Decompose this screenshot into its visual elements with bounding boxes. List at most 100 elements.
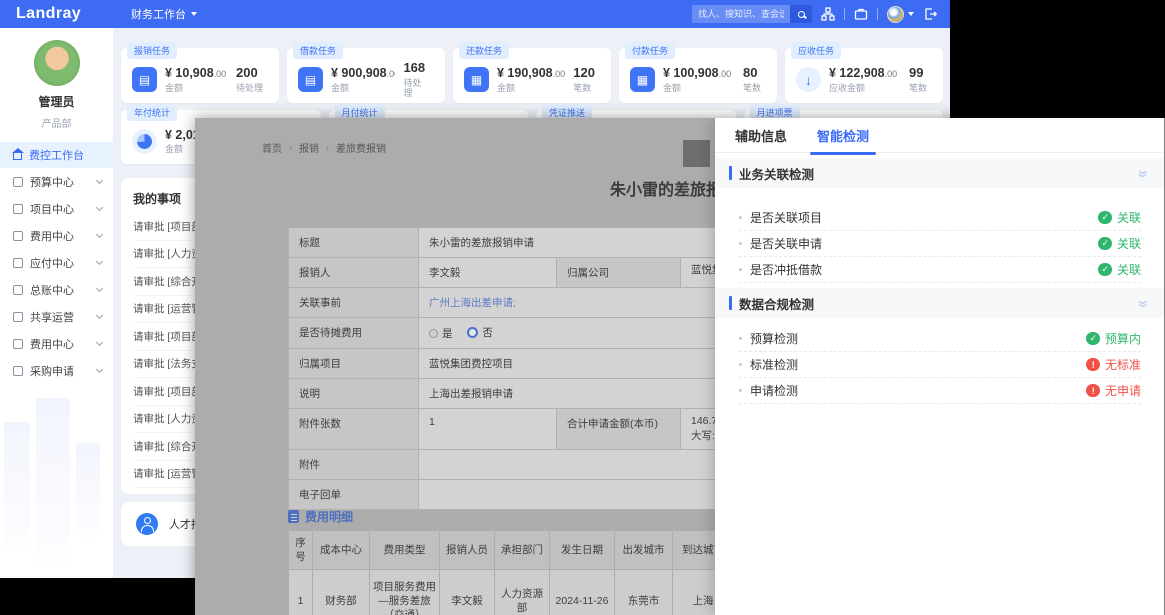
status-text: 关联 xyxy=(1117,261,1141,278)
table-cell: 2024-11-26 xyxy=(550,570,615,615)
detection-item: 预算检测 预算内 xyxy=(739,326,1141,352)
form-label: 关联事前 xyxy=(289,288,419,317)
status-text: 无申请 xyxy=(1105,382,1141,399)
detection-label: 是否冲抵借款 xyxy=(750,261,822,278)
status-text: 关联 xyxy=(1117,235,1141,252)
status-icon xyxy=(1098,263,1112,277)
detection-item: 是否冲抵借款 关联 xyxy=(739,257,1141,283)
column-header: 序号 xyxy=(289,531,313,569)
logout-icon[interactable] xyxy=(923,7,938,21)
card-amount-block: ¥ 10,908.00 金额 xyxy=(165,66,226,93)
sidebar-menu-item[interactable]: 预算中心 xyxy=(0,168,113,195)
detection-item: 是否关联申请 关联 xyxy=(739,231,1141,257)
stat-card[interactable]: 报销任务 ¥ 10,908.00 金额 200 待处理 xyxy=(121,48,279,103)
menu-item-icon xyxy=(13,339,23,349)
workspace-label: 财务工作台 xyxy=(131,6,186,22)
card-badge: 借款任务 xyxy=(293,42,343,59)
chevron-down-icon xyxy=(96,284,103,291)
card-icon xyxy=(132,129,157,154)
form-label: 附件张数 xyxy=(289,409,419,449)
card-amount-block: ¥ 900,908.00 金额 xyxy=(331,66,395,93)
smart-detection-drawer: 辅助信息 智能检测 业务关联检测 是否关联项目 关联 是否关联申请 关联 xyxy=(715,118,1165,615)
radio-option-no[interactable]: 否 xyxy=(467,325,493,340)
user-menu[interactable] xyxy=(887,6,914,23)
radio-icon xyxy=(429,329,438,338)
briefcase-icon[interactable] xyxy=(854,7,868,21)
status-text: 预算内 xyxy=(1105,330,1141,347)
form-value: 1 xyxy=(419,409,556,449)
person-icon xyxy=(136,513,158,535)
table-cell: 东莞市 xyxy=(615,570,673,615)
menu-item-icon xyxy=(13,231,23,241)
card-badge: 应收任务 xyxy=(791,42,841,59)
detection-label: 预算检测 xyxy=(750,330,798,347)
divider xyxy=(844,8,845,20)
form-label: 归属项目 xyxy=(289,349,419,378)
card-icon xyxy=(796,67,821,92)
status-text: 无标准 xyxy=(1105,356,1141,373)
detection-status: 无标准 xyxy=(1086,356,1141,373)
chevron-down-icon xyxy=(96,257,103,264)
detection-items: 预算检测 预算内 标准检测 无标准 申请检测 无申请 xyxy=(739,318,1141,404)
workspace-switcher[interactable]: 财务工作台 xyxy=(131,6,197,22)
section-business-relation[interactable]: 业务关联检测 xyxy=(715,158,1165,188)
detection-status: 关联 xyxy=(1098,209,1141,226)
menu-item-icon xyxy=(13,177,23,187)
landray-logo: Landray xyxy=(16,5,81,23)
form-label: 附件 xyxy=(289,450,419,479)
form-label: 说明 xyxy=(289,379,419,408)
sidebar-menu-item[interactable]: 费用中心 xyxy=(0,222,113,249)
radio-option-yes[interactable]: 是 xyxy=(429,326,453,341)
chevron-double-down-icon xyxy=(1134,170,1155,176)
tab-smart-detection[interactable]: 智能检测 xyxy=(817,126,869,145)
stat-card[interactable]: 借款任务 ¥ 900,908.00 金额 168 待处理 xyxy=(287,48,445,103)
column-header: 出发城市 xyxy=(615,531,673,569)
panel-toggle-button[interactable] xyxy=(683,140,710,167)
drawer-tabs: 辅助信息 智能检测 xyxy=(715,118,1165,153)
chevron-down-icon xyxy=(96,176,103,183)
form-value: 李文毅 xyxy=(419,258,556,287)
document-icon xyxy=(288,510,299,523)
sidebar-item-expense-workspace[interactable]: 费控工作台 xyxy=(0,142,113,168)
sidebar-menu-item[interactable]: 采购申请 xyxy=(0,357,113,384)
home-icon xyxy=(13,153,22,160)
menu-item-label: 费用中心 xyxy=(30,228,74,244)
search-input[interactable] xyxy=(692,5,790,23)
sidebar-menu-item[interactable]: 项目中心 xyxy=(0,195,113,222)
status-icon xyxy=(1098,237,1112,251)
menu-item-icon xyxy=(13,312,23,322)
stat-card[interactable]: 应收任务 ¥ 122,908.00 应收金额 99 笔数 xyxy=(785,48,943,103)
detection-items: 是否关联项目 关联 是否关联申请 关联 是否冲抵借款 关联 xyxy=(739,188,1141,283)
menu-item-label: 采购申请 xyxy=(30,363,74,379)
stat-card[interactable]: 还款任务 ¥ 190,908.00 金额 120 笔数 xyxy=(453,48,611,103)
sidebar-menu-item[interactable]: 共享运营 xyxy=(0,303,113,330)
breadcrumb-section[interactable]: 报销 xyxy=(299,140,319,155)
chevron-double-down-icon xyxy=(1134,300,1155,306)
tab-auxiliary-info[interactable]: 辅助信息 xyxy=(735,126,787,145)
card-badge: 还款任务 xyxy=(459,42,509,59)
breadcrumb-separator: › xyxy=(326,143,329,153)
menu-item-label: 费用中心 xyxy=(30,336,74,352)
card-count-block: 168 待处理 xyxy=(403,61,437,99)
form-label: 报销人 xyxy=(289,258,419,287)
stat-card[interactable]: 付款任务 ¥ 100,908.00 金额 80 笔数 xyxy=(619,48,777,103)
menu-item-label: 预算中心 xyxy=(30,174,74,190)
chevron-down-icon xyxy=(96,230,103,237)
status-icon xyxy=(1086,358,1100,372)
menu-item-label: 应付中心 xyxy=(30,255,74,271)
breadcrumb-home[interactable]: 首页 xyxy=(262,140,282,155)
card-icon xyxy=(132,67,157,92)
section-data-compliance[interactable]: 数据合规检测 xyxy=(715,288,1165,318)
user-avatar[interactable] xyxy=(34,40,80,86)
detection-label: 是否关联申请 xyxy=(750,235,822,252)
chevron-down-icon xyxy=(96,365,103,372)
sidebar-menu-item[interactable]: 总账中心 xyxy=(0,276,113,303)
expense-detail-section-header: 费用明细 xyxy=(288,508,353,525)
search-button[interactable] xyxy=(790,5,812,23)
menu-item-icon xyxy=(13,204,23,214)
org-chart-icon[interactable] xyxy=(821,7,835,21)
detection-status: 无申请 xyxy=(1086,382,1141,399)
sidebar-menu-item[interactable]: 费用中心 xyxy=(0,330,113,357)
task-stat-cards: 报销任务 ¥ 10,908.00 金额 200 待处理 借款任务 xyxy=(121,48,943,103)
sidebar-menu-item[interactable]: 应付中心 xyxy=(0,249,113,276)
